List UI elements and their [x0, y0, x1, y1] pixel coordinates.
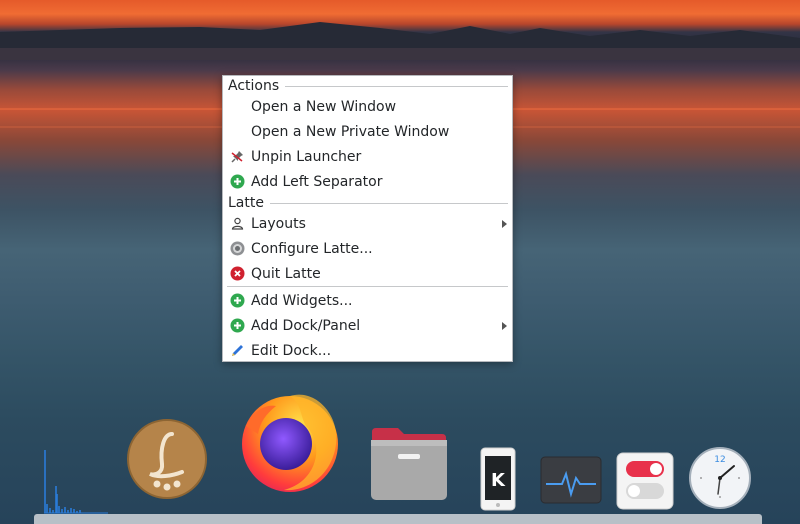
edit-icon: [232, 345, 243, 356]
menu-item-add-left-separator[interactable]: Add Left Separator: [223, 169, 512, 194]
configure-icon: [230, 241, 245, 256]
menu-item-layouts[interactable]: Layouts: [223, 211, 512, 236]
settings-toggle-icon[interactable]: [616, 452, 674, 510]
section-title: Latte: [228, 195, 264, 211]
section-divider: [285, 85, 508, 87]
section-title: Actions: [228, 78, 280, 94]
add-icon: [230, 174, 245, 189]
svg-text:K: K: [491, 470, 506, 491]
quit-icon: [230, 266, 245, 281]
menu-item-open-new-private-window[interactable]: Open a New Private Window: [223, 119, 512, 144]
menu-separator: [227, 286, 508, 287]
clock-number: 12: [714, 455, 725, 465]
menu-item-label: Add Widgets...: [251, 292, 353, 309]
section-divider: [269, 202, 508, 204]
firefox-icon[interactable]: [236, 386, 344, 496]
menu-item-label: Edit Dock...: [251, 342, 332, 359]
clock-icon[interactable]: 12: [688, 446, 752, 510]
menu-item-unpin-launcher[interactable]: Unpin Launcher: [223, 144, 512, 169]
context-menu: Actions Open a New Window Open a New Pri…: [222, 75, 513, 362]
menu-item-label: Layouts: [251, 215, 306, 232]
folder-icon[interactable]: [368, 426, 450, 502]
menu-item-label: Open a New Private Window: [251, 123, 450, 140]
add-icon: [230, 293, 245, 308]
menu-item-label: Add Dock/Panel: [251, 317, 361, 334]
section-latte: Latte: [223, 193, 512, 213]
menu-item-label: Unpin Launcher: [251, 148, 362, 165]
menu-item-configure-latte[interactable]: Configure Latte...: [223, 236, 512, 261]
system-monitor-icon[interactable]: [540, 456, 602, 504]
dock-background: [34, 514, 762, 524]
latte-dock-icon[interactable]: [126, 418, 208, 500]
user-icon: [231, 217, 244, 230]
kde-connect-icon[interactable]: K: [478, 446, 518, 512]
menu-item-add-widgets[interactable]: Add Widgets...: [223, 288, 512, 313]
cpu-graph-icon[interactable]: [40, 446, 110, 514]
submenu-arrow-icon: [502, 322, 507, 330]
wallpaper-mountains: [0, 22, 800, 60]
menu-item-label: Open a New Window: [251, 98, 397, 115]
menu-item-label: Configure Latte...: [251, 240, 373, 257]
menu-item-open-new-window[interactable]: Open a New Window: [223, 94, 512, 119]
menu-item-edit-dock[interactable]: Edit Dock...: [223, 338, 512, 363]
unpin-icon: [231, 151, 243, 163]
menu-item-label: Quit Latte: [251, 265, 321, 282]
menu-item-add-dock-panel[interactable]: Add Dock/Panel: [223, 313, 512, 338]
menu-item-label: Add Left Separator: [251, 173, 383, 190]
menu-item-quit-latte[interactable]: Quit Latte: [223, 261, 512, 286]
add-icon: [230, 318, 245, 333]
submenu-arrow-icon: [502, 220, 507, 228]
section-actions: Actions: [223, 76, 512, 96]
